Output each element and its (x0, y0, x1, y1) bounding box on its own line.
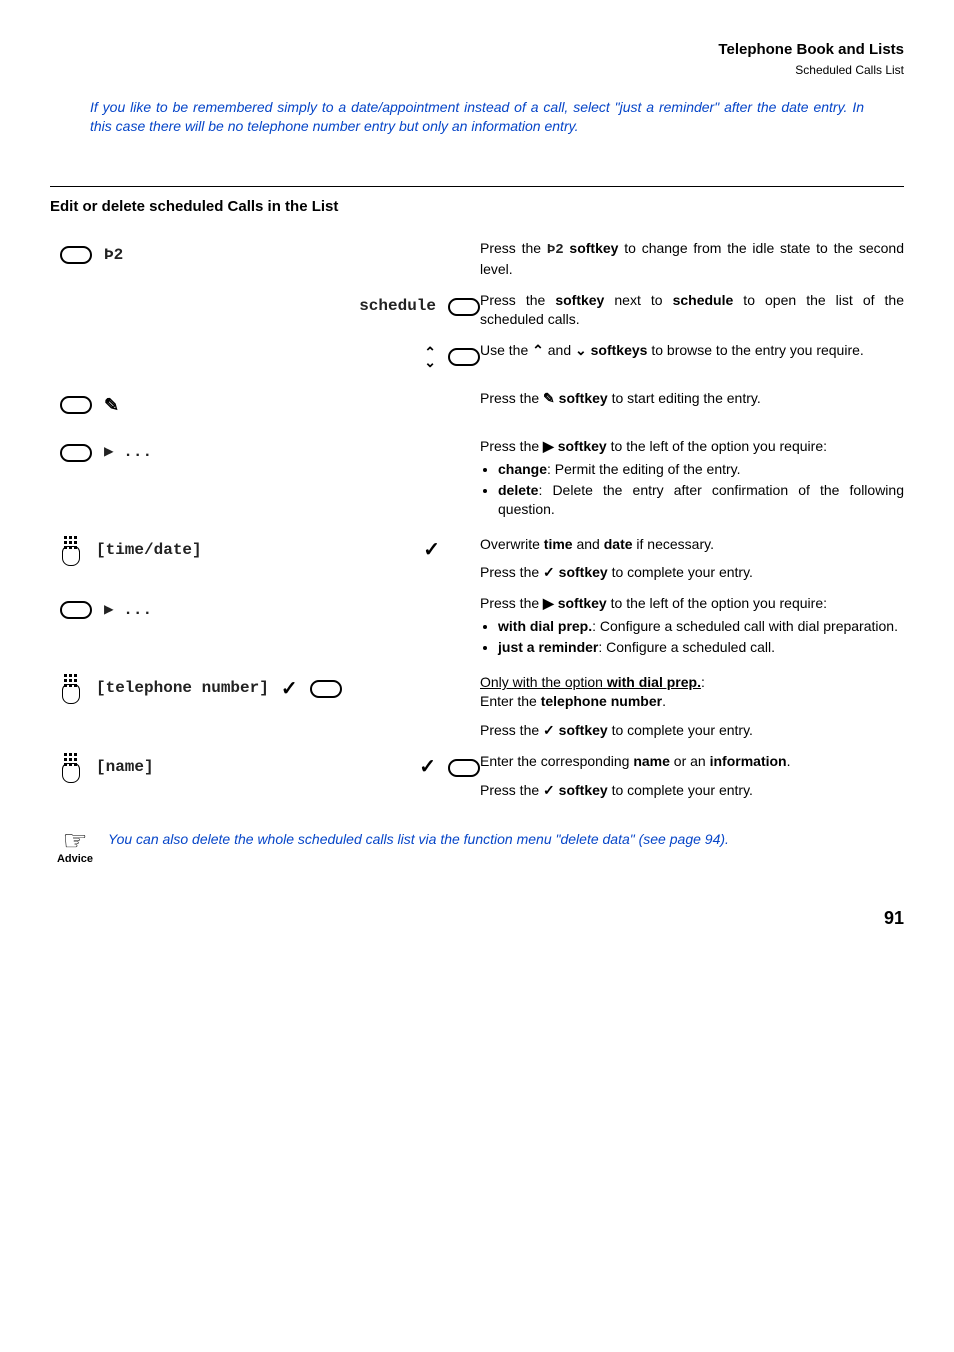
softkey-oval-icon (60, 444, 92, 462)
step-row: ✎ Press the ✎ softkey to start editing t… (60, 385, 904, 425)
step-row: ▶ ... Press the ▶ softkey to the left of… (60, 590, 904, 661)
page-heading: Telephone Book and Lists (50, 40, 904, 60)
step-row: [telephone number] ✓ Only with the optio… (60, 669, 904, 740)
lcd-text: ▶ ... (104, 442, 152, 464)
check-icon: ✓ (281, 676, 298, 703)
lcd-text: [time/date] (96, 540, 202, 562)
up-down-icon: ⌃⌄ (424, 347, 436, 367)
step-row: [time/date] ✓ Overwrite time and date if… (60, 531, 904, 583)
step-row: ⌃⌄ Use the ⌃ and ⌄ softkeys to browse to… (60, 337, 904, 377)
step-row: [name] ✓ Enter the corresponding name or… (60, 748, 904, 800)
lcd-text: ▶ ... (104, 600, 152, 622)
step-description: Press the ▶ softkey to the left of the o… (480, 433, 904, 523)
page-subheading: Scheduled Calls List (50, 62, 904, 78)
step-description: Press the ✎ softkey to start editing the… (480, 385, 904, 408)
softkey-oval-icon (448, 348, 480, 366)
step-description: Only with the option with dial prep.: En… (480, 669, 904, 740)
lcd-text: schedule (359, 296, 436, 318)
lcd-text: [telephone number] (96, 678, 269, 700)
keypad-icon (60, 753, 84, 783)
advice-icon: ☞ Advice (50, 830, 100, 867)
page-number: 91 (50, 906, 904, 930)
step-description: Use the ⌃ and ⌄ softkeys to browse to th… (480, 337, 904, 360)
step-description: Press the ▶ softkey to the left of the o… (480, 590, 904, 661)
section-title: Edit or delete scheduled Calls in the Li… (50, 186, 904, 217)
edit-icon: ✎ (104, 393, 119, 417)
step-description: Enter the corresponding name or an infor… (480, 748, 904, 800)
step-row: ▶ ... Press the ▶ softkey to the left of… (60, 433, 904, 523)
keypad-icon (60, 674, 84, 704)
check-icon: ✓ (419, 754, 436, 781)
step-row: schedule Press the softkey next to sched… (60, 287, 904, 329)
softkey-oval-icon (310, 680, 342, 698)
check-icon: ✓ (423, 537, 440, 564)
advice-text: You can also delete the whole scheduled … (108, 830, 729, 849)
step-row: Þ2 Press the Þ2 softkey to change from t… (60, 235, 904, 279)
page-link[interactable]: page 94 (670, 831, 721, 847)
keypad-icon (60, 536, 84, 566)
softkey-oval-icon (60, 601, 92, 619)
step-description: Press the softkey next to schedule to op… (480, 287, 904, 329)
lcd-text: [name] (96, 757, 154, 779)
intro-paragraph: If you like to be remembered simply to a… (90, 98, 864, 136)
softkey-oval-icon (60, 246, 92, 264)
step-description: Overwrite time and date if necessary. Pr… (480, 531, 904, 583)
lcd-text: Þ2 (104, 245, 123, 267)
softkey-oval-icon (448, 759, 480, 777)
step-description: Press the Þ2 softkey to change from the … (480, 235, 904, 279)
softkey-oval-icon (448, 298, 480, 316)
softkey-oval-icon (60, 396, 92, 414)
